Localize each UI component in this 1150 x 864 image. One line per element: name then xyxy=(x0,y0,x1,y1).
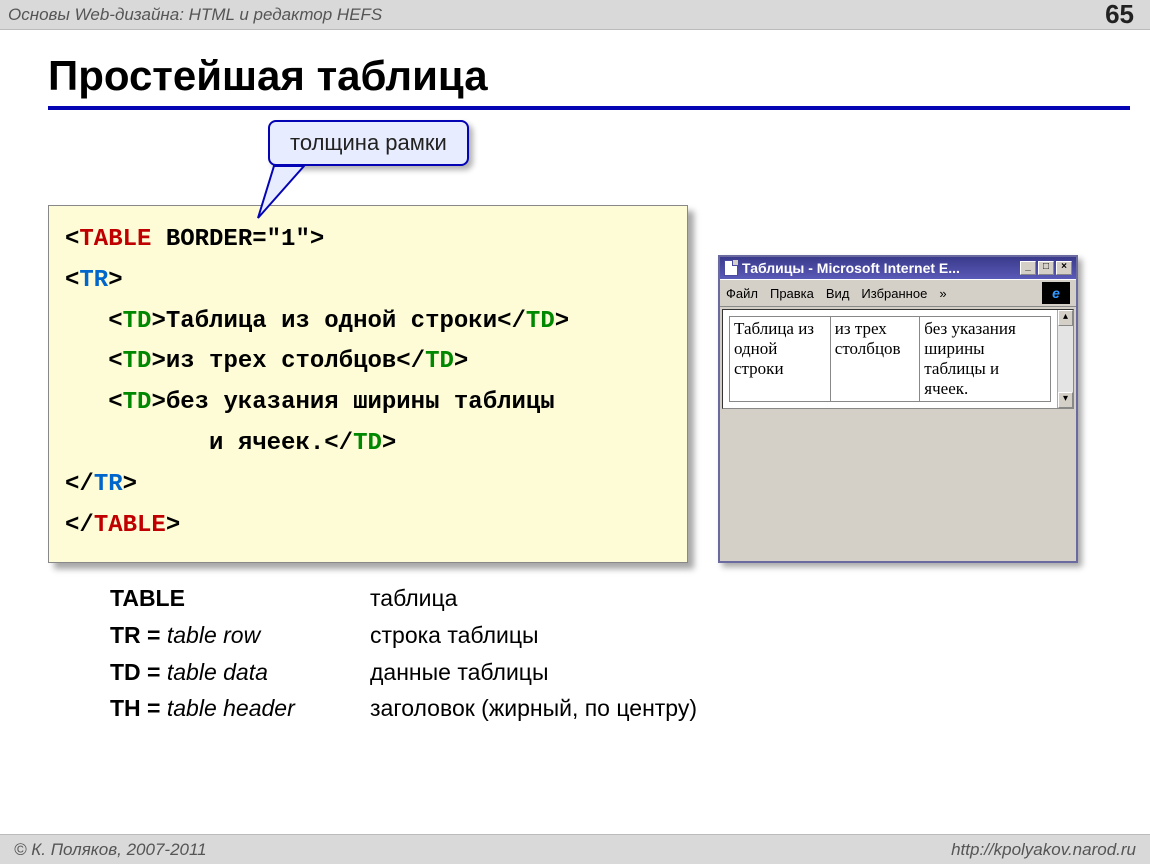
title-underline xyxy=(48,106,1130,110)
menu-fav[interactable]: Избранное xyxy=(861,286,927,301)
glossary-def: строка таблицы xyxy=(370,617,539,654)
scroll-up-icon[interactable]: ▴ xyxy=(1058,310,1073,326)
callout-arrow-icon xyxy=(244,156,324,226)
scroll-down-icon[interactable]: ▾ xyxy=(1058,392,1073,408)
footer-right: http://kpolyakov.narod.ru xyxy=(951,840,1136,860)
glossary: TABLE таблица TR = table row строка табл… xyxy=(110,580,697,727)
code-tag-td: TD xyxy=(123,308,152,335)
maximize-button[interactable]: □ xyxy=(1038,261,1054,275)
glossary-term: TD = xyxy=(110,659,167,685)
glossary-def: таблица xyxy=(370,580,457,617)
browser-title: Таблицы - Microsoft Internet E... xyxy=(742,260,960,276)
code-text: без указания ширины таблицы xyxy=(166,389,555,416)
page-number: 65 xyxy=(1105,0,1134,30)
glossary-term: TABLE xyxy=(110,585,185,611)
table-cell: из трех столбцов xyxy=(830,317,920,402)
browser-menubar: Файл Правка Вид Избранное » e xyxy=(720,279,1076,307)
code-attr: BORDER="1"> xyxy=(151,226,324,253)
header-title: Основы Web-дизайна: HTML и редактор HEFS xyxy=(8,5,382,25)
glossary-def: данные таблицы xyxy=(370,654,549,691)
menu-view[interactable]: Вид xyxy=(826,286,850,301)
code-block: <TABLE BORDER="1"> <TR> <TD>Таблица из о… xyxy=(48,205,688,563)
glossary-def: заголовок (жирный, по центру) xyxy=(370,690,697,727)
callout: толщина рамки xyxy=(268,120,469,166)
rendered-table: Таблица из одной строки из трех столбцов… xyxy=(729,316,1051,402)
glossary-term: TH = xyxy=(110,695,167,721)
menu-edit[interactable]: Правка xyxy=(770,286,814,301)
glossary-term: TR = xyxy=(110,622,167,648)
code-text: из трех столбцов xyxy=(166,348,396,375)
code-text: и ячеек. xyxy=(209,430,324,457)
code-text: Таблица из одной строки xyxy=(166,308,497,335)
footer-left: © К. Поляков, 2007-2011 xyxy=(14,840,207,860)
close-button[interactable]: × xyxy=(1056,261,1072,275)
page-icon xyxy=(724,260,738,276)
code-tag-table: TABLE xyxy=(79,226,151,253)
menu-file[interactable]: Файл xyxy=(726,286,758,301)
browser-titlebar: Таблицы - Microsoft Internet E... _ □ × xyxy=(720,257,1076,279)
glossary-row: TD = table data данные таблицы xyxy=(110,654,697,691)
table-cell: Таблица из одной строки xyxy=(730,317,831,402)
code-tag-tr: TR xyxy=(79,267,108,294)
table-cell: без указания ширины таблицы и ячеек. xyxy=(920,317,1051,402)
ie-logo-icon: e xyxy=(1042,282,1070,304)
glossary-row: TR = table row строка таблицы xyxy=(110,617,697,654)
browser-window: Таблицы - Microsoft Internet E... _ □ × … xyxy=(718,255,1078,563)
glossary-row: TH = table header заголовок (жирный, по … xyxy=(110,690,697,727)
glossary-row: TABLE таблица xyxy=(110,580,697,617)
window-controls: _ □ × xyxy=(1020,261,1072,275)
header-bar: Основы Web-дизайна: HTML и редактор HEFS… xyxy=(0,0,1150,30)
browser-content: Таблица из одной строки из трех столбцов… xyxy=(723,310,1057,408)
scrollbar[interactable]: ▴ ▾ xyxy=(1057,310,1073,408)
minimize-button[interactable]: _ xyxy=(1020,261,1036,275)
slide-title: Простейшая таблица xyxy=(48,52,1150,100)
menu-more[interactable]: » xyxy=(939,286,946,301)
footer-bar: © К. Поляков, 2007-2011 http://kpolyakov… xyxy=(0,834,1150,864)
